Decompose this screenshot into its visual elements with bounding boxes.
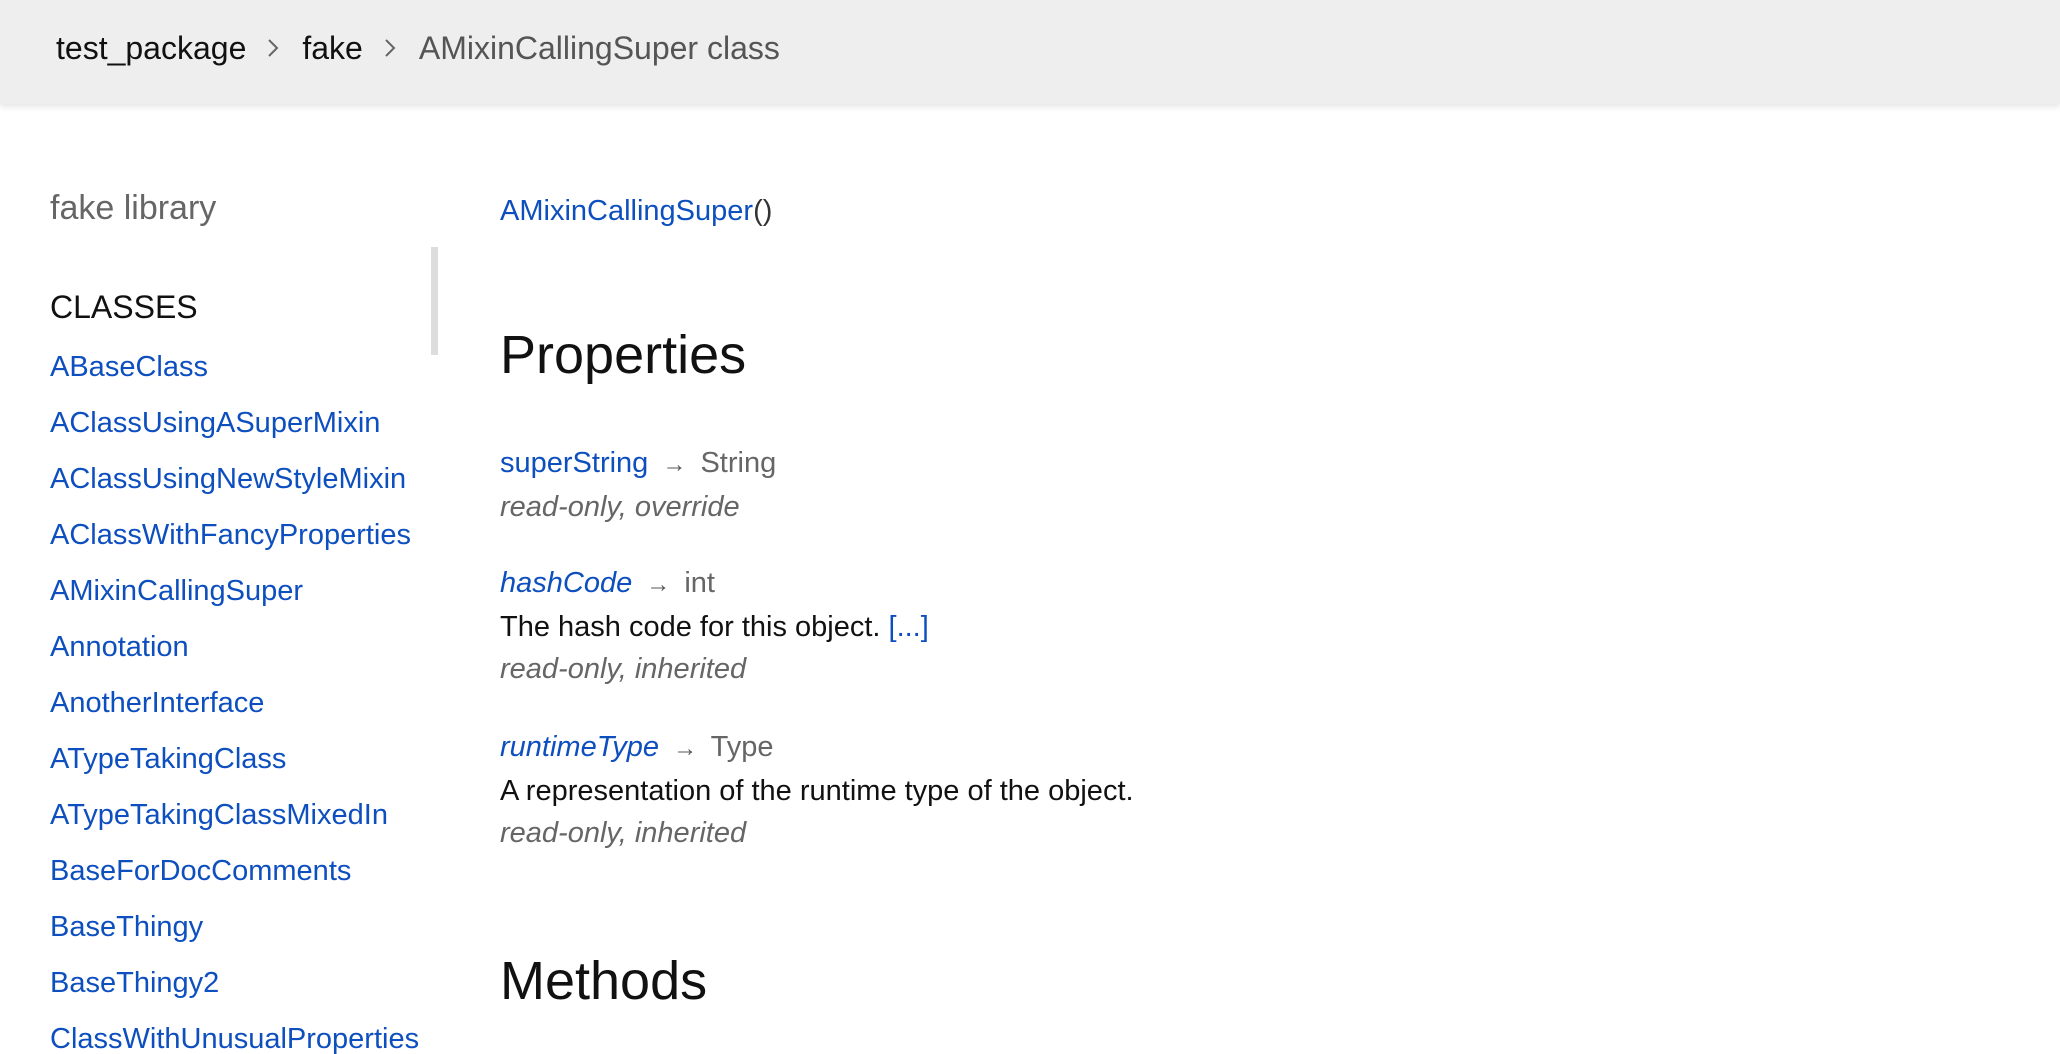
property-item-superstring: superString → String read-only, override — [500, 442, 1900, 528]
breadcrumb-current: AMixinCallingSuper class — [418, 29, 780, 66]
sidebar-class-item: ATypeTakingClassMixedIn — [50, 796, 419, 852]
sidebar-class-item: ATypeTakingClass — [50, 740, 419, 796]
constructor-link[interactable]: AMixinCallingSuper — [500, 195, 753, 227]
sidebar-class-item: ABaseClass — [50, 348, 419, 404]
property-signature: hashCode → int — [500, 562, 1900, 606]
sidebar-class-link[interactable]: AnotherInterface — [50, 687, 264, 719]
property-features: read-only, inherited — [500, 653, 747, 685]
main-content: AMixinCallingSuper() Properties superStr… — [500, 104, 2000, 1054]
top-bar: test_package fake AMixinCallingSuper cla… — [0, 0, 2060, 104]
sidebar-class-item: BaseForDocComments — [50, 852, 419, 908]
sidebar-classes-heading: CLASSES — [50, 289, 198, 325]
chevron-right-icon — [383, 37, 397, 59]
sidebar-class-item: ClassWithUnusualProperties — [50, 1020, 419, 1054]
property-type: String — [700, 447, 777, 479]
sidebar-class-item: BaseThingy2 — [50, 964, 419, 1020]
property-name-link[interactable]: hashCode — [500, 567, 632, 599]
sidebar-class-link[interactable]: AClassUsingNewStyleMixin — [50, 463, 406, 495]
property-signature: superString → String — [500, 442, 1900, 486]
methods-heading: Methods — [500, 951, 708, 1011]
sidebar-class-list: ABaseClass AClassUsingASuperMixin AClass… — [50, 348, 419, 1054]
sidebar-class-link[interactable]: BaseThingy2 — [50, 967, 219, 999]
property-features: read-only, inherited — [500, 817, 747, 849]
properties-heading: Properties — [500, 325, 747, 385]
sidebar-class-link[interactable]: AClassWithFancyProperties — [50, 519, 411, 551]
property-name-link[interactable]: superString — [500, 447, 648, 479]
property-features: read-only, override — [500, 491, 740, 523]
arrow-right-icon: → — [673, 735, 698, 762]
breadcrumb: test_package fake AMixinCallingSuper cla… — [56, 0, 780, 96]
property-type: Type — [710, 731, 774, 763]
property-type: int — [684, 567, 715, 599]
sidebar-class-link[interactable]: Annotation — [50, 631, 189, 663]
constructor-params: () — [753, 195, 773, 227]
sidebar-class-link[interactable]: AMixinCallingSuper — [50, 575, 303, 607]
sidebar: fake library CLASSES ABaseClass AClassUs… — [0, 104, 440, 1054]
property-item-hashcode: hashCode → int The hash code for this ob… — [500, 562, 1900, 690]
sidebar-class-link[interactable]: ATypeTakingClassMixedIn — [50, 799, 388, 831]
read-more-link[interactable]: [...] — [889, 611, 929, 643]
sidebar-class-link[interactable]: ClassWithUnusualProperties — [50, 1023, 419, 1054]
breadcrumb-library-link[interactable]: fake — [302, 30, 362, 67]
sidebar-class-link[interactable]: ABaseClass — [50, 351, 208, 383]
sidebar-class-link[interactable]: ATypeTakingClass — [50, 743, 286, 775]
sidebar-class-link[interactable]: BaseForDocComments — [50, 855, 351, 887]
property-item-runtimetype: runtimeType → Type A representation of t… — [500, 726, 1900, 854]
breadcrumb-package-link[interactable]: test_package — [56, 30, 246, 67]
sidebar-class-link[interactable]: AClassUsingASuperMixin — [50, 407, 380, 439]
sidebar-class-item: AMixinCallingSuper — [50, 572, 419, 628]
sidebar-class-item: AClassUsingNewStyleMixin — [50, 460, 419, 516]
sidebar-class-link[interactable]: BaseThingy — [50, 911, 203, 943]
arrow-right-icon: → — [662, 451, 687, 478]
sidebar-class-item: BaseThingy — [50, 908, 419, 964]
sidebar-class-item: AnotherInterface — [50, 684, 419, 740]
chevron-right-icon — [266, 37, 280, 59]
property-name-link[interactable]: runtimeType — [500, 731, 659, 763]
sidebar-divider — [431, 247, 438, 355]
property-description: The hash code for this object. [...] — [500, 606, 1900, 648]
sidebar-class-item: AClassWithFancyProperties — [50, 516, 419, 572]
arrow-right-icon: → — [646, 571, 671, 598]
sidebar-class-item: AClassUsingASuperMixin — [50, 404, 419, 460]
sidebar-class-item: Annotation — [50, 628, 419, 684]
property-signature: runtimeType → Type — [500, 726, 1900, 770]
property-description: A representation of the runtime type of … — [500, 775, 1134, 807]
property-description-text: The hash code for this object. — [500, 611, 881, 643]
constructor-signature: AMixinCallingSuper() — [500, 195, 772, 228]
sidebar-library-title: fake library — [50, 189, 217, 227]
